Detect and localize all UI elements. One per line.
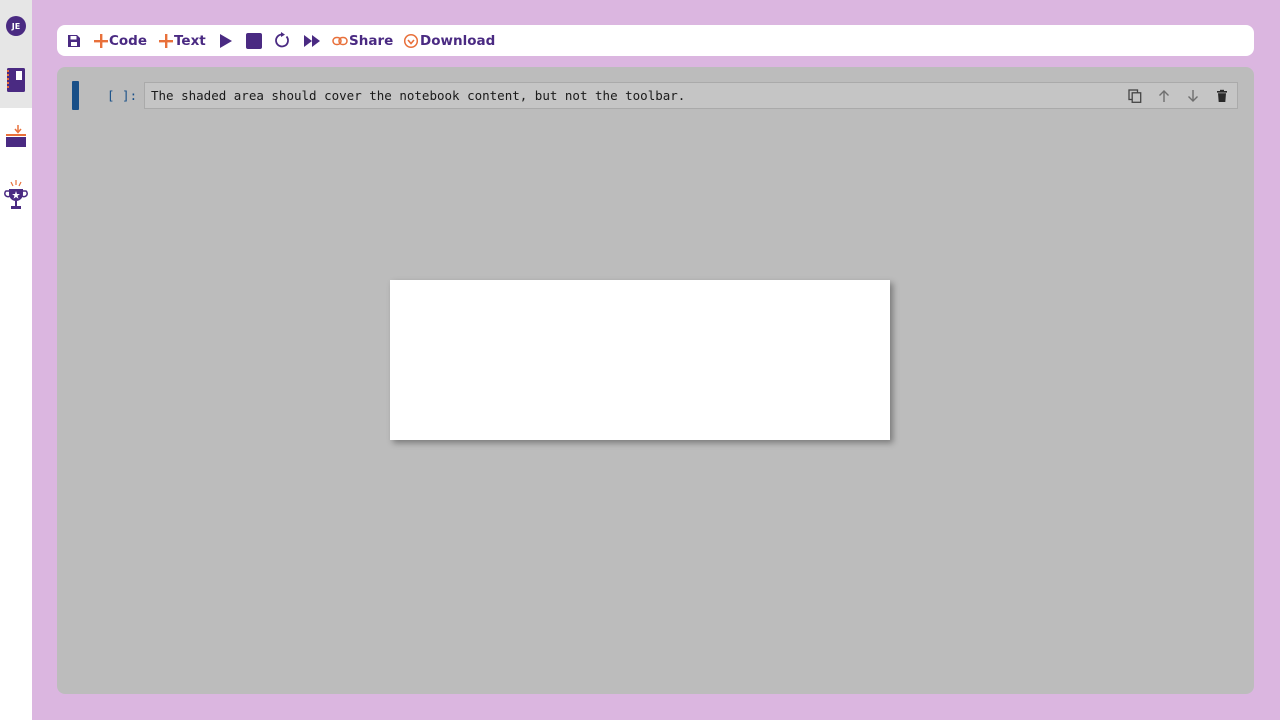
add-text-label: Text: [174, 32, 206, 49]
save-icon: [67, 34, 81, 48]
restart-button[interactable]: [274, 25, 291, 56]
stop-button[interactable]: [246, 25, 262, 56]
plus-icon: [158, 33, 174, 49]
add-code-label: Code: [109, 32, 148, 49]
download-button[interactable]: Download: [403, 25, 495, 56]
share-button[interactable]: Share: [332, 25, 393, 56]
add-code-button[interactable]: Code: [93, 25, 147, 56]
run-all-button[interactable]: [303, 25, 321, 56]
download-tray-icon[interactable]: [4, 123, 28, 153]
modal-dialog[interactable]: [390, 280, 890, 440]
trophy-icon[interactable]: [4, 180, 28, 216]
link-icon: [332, 36, 349, 46]
run-button[interactable]: [218, 25, 234, 56]
plus-icon: [93, 33, 109, 49]
restart-icon: [274, 32, 291, 49]
notebook-toolbar: Code Text Share Download: [57, 25, 1254, 56]
add-text-button[interactable]: Text: [158, 25, 206, 56]
download-circle-icon: [403, 33, 420, 49]
save-button[interactable]: [67, 25, 81, 56]
user-avatar[interactable]: JE: [6, 16, 26, 36]
notebook-icon[interactable]: [4, 66, 28, 98]
download-label: Download: [420, 32, 496, 49]
stop-icon: [246, 32, 262, 49]
left-sidebar: JE: [0, 0, 32, 720]
play-icon: [218, 33, 234, 49]
share-label: Share: [349, 32, 394, 49]
fast-forward-icon: [303, 34, 321, 48]
